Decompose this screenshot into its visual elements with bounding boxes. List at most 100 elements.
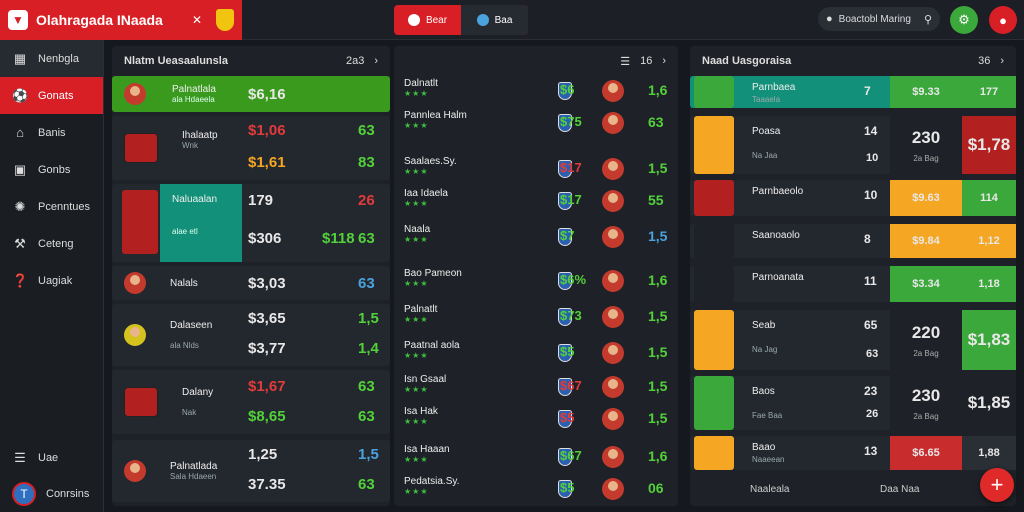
match-row[interactable]: Isa Haaan ★★★ $67 1,6	[394, 442, 678, 472]
close-icon[interactable]: ✕	[192, 13, 202, 27]
row-price: $6,16	[248, 85, 286, 103]
player-avatar	[124, 460, 146, 482]
chevron-right-icon: ›	[662, 55, 666, 67]
odds-secondary[interactable]: 177	[962, 76, 1016, 108]
odds-row[interactable]: Poasa Na Jaa 14 10 230 2a Bag $1,78	[690, 116, 1016, 174]
match-row[interactable]: Isa Hak ★★★ $5 1,5	[394, 404, 678, 434]
match-row[interactable]: Pannlea Halm ★★★ $75 63	[394, 108, 678, 138]
odds-primary[interactable]: 230 2a Bag	[890, 116, 962, 174]
match-score: 1,5	[648, 160, 668, 176]
brand-logo-icon: ▼	[8, 10, 28, 30]
team-badge-icon	[124, 133, 158, 163]
row-value: 63	[358, 476, 375, 493]
sidebar-item-4[interactable]: ✺ Pcenntues	[0, 188, 103, 225]
odds-primary[interactable]: 230 2a Bag	[890, 376, 962, 430]
help-icon: ❓	[12, 272, 29, 288]
panel-middle: ☰ 16 › Dalnatlt ★★★ $6 1,6 Pannlea Halm ★★★ $7…	[394, 46, 678, 506]
odds-row[interactable]: Saanoaolo 8 $9.84 1,12	[690, 224, 1016, 258]
odds-row[interactable]: Parnbaea Taaaela 7 $9.33 177	[690, 76, 1016, 108]
list-item[interactable]: Nalals $3,03 63	[112, 266, 390, 300]
odds-secondary[interactable]: 1,88	[962, 436, 1016, 470]
odds-secondary[interactable]: $1,85	[962, 376, 1016, 430]
match-row[interactable]: Pedatsia.Sy. ★★★ $5 06	[394, 474, 678, 504]
sidebar-item-0[interactable]: ▦ Nenbgla	[0, 40, 103, 77]
odds-row[interactable]: Baao Naaeean 13 $6.65 1,88	[690, 436, 1016, 470]
team-badge-icon	[694, 266, 734, 302]
list-item[interactable]: Ihalaatp Wnk $1,06 63 $1,61 83	[112, 116, 390, 180]
odds-row[interactable]: Seab Na Jag 65 63 220 2a Bag $1,83	[690, 310, 1016, 370]
settings-button[interactable]: ⚙	[950, 6, 978, 34]
odds-primary[interactable]: $9.33	[890, 76, 962, 108]
odds-secondary[interactable]: 1,18	[962, 266, 1016, 302]
odds-primary[interactable]: 220 2a Bag	[890, 310, 962, 370]
odds-secondary[interactable]: $1,78	[962, 116, 1016, 174]
list-item[interactable]: Naluaalan alae etl 179 26 $306 $118 63	[112, 184, 390, 262]
team-badge-icon	[694, 224, 734, 258]
panel-head-value: 16	[640, 55, 653, 67]
odds-primary-value: $9.63	[912, 192, 940, 204]
sidebar-footer-item-profile[interactable]: T Conrsins	[0, 476, 104, 512]
player-avatar	[602, 342, 624, 364]
row-price: $3,77	[248, 340, 286, 357]
sidebar-item-2[interactable]: ⌂ Banis	[0, 114, 103, 151]
match-value: $5	[560, 344, 575, 359]
tab-bear[interactable]: Bear	[394, 5, 461, 35]
row-sub: Wnk	[182, 141, 198, 150]
row-value: 26	[358, 192, 375, 209]
odds-name: Seab	[752, 320, 776, 331]
home-icon: ⌂	[16, 125, 24, 140]
odds-primary[interactable]: $6.65	[890, 436, 962, 470]
odds-primary[interactable]: $3.34	[890, 266, 962, 302]
rating-stars-icon: ★★★	[404, 235, 429, 244]
list-item[interactable]: Dalaseen ala Nlds $3,65 1,5 $3,77 1,4	[112, 304, 390, 366]
sidebar-footer-item-chat[interactable]: ☰ Uae	[0, 440, 104, 476]
sidebar-item-5[interactable]: ⚒ Ceteng	[0, 225, 103, 262]
odds-primary[interactable]: $9.84	[890, 224, 962, 258]
odds-row[interactable]: Parnbaeolo 10 $9.63 114	[690, 180, 1016, 216]
match-row[interactable]: Saalaes.Sy. ★★★ $17 1,5	[394, 154, 678, 184]
brand-header[interactable]: ▼ Olahragada INaada ✕	[0, 0, 242, 40]
list-item[interactable]: Palnatlada Sala Hdaeen 1,25 1,5 37.35 63	[112, 440, 390, 502]
add-button[interactable]: +	[980, 468, 1014, 502]
match-row[interactable]: Paatnal aola ★★★ $5 1,5	[394, 338, 678, 368]
sidebar-item-1[interactable]: ⚽ Gonats	[0, 77, 103, 114]
tab-baa[interactable]: Baa	[461, 5, 528, 35]
rating-stars-icon: ★★★	[404, 279, 429, 288]
odds-primary[interactable]: $9.63	[890, 180, 962, 216]
team-badge-icon	[694, 436, 734, 470]
odds-secondary[interactable]: $1,83	[962, 310, 1016, 370]
odds-secondary-value: 1,88	[978, 447, 1000, 459]
odds-row[interactable]: Baos Fae Baa 23 26 230 2a Bag $1,85	[690, 376, 1016, 430]
list-item[interactable]: Palnatlala ala Hdaeela $6,16	[112, 76, 390, 112]
rating-stars-icon: ★★★	[404, 487, 429, 496]
odds-count: 10	[864, 188, 878, 202]
panel-left-header: Nlatm Ueasaalunsla 2a3 ›	[112, 46, 390, 76]
match-row[interactable]: Dalnatlt ★★★ $6 1,6	[394, 76, 678, 106]
match-row[interactable]: Isn Gsaal ★★★ $67 1,5	[394, 372, 678, 402]
match-row[interactable]: Iaa Idaela ★★★ $17 55	[394, 186, 678, 216]
top-bar: ▼ Olahragada INaada ✕ Bear Baa ● Boactob…	[0, 0, 1024, 40]
team-badge-icon	[694, 310, 734, 370]
match-score: 1,6	[648, 82, 668, 98]
sidebar-item-6[interactable]: ❓ Uagiak	[0, 262, 103, 299]
list-item[interactable]: Dalany Nak $1,67 63 $8,65 63	[112, 370, 390, 434]
match-name: Naala	[404, 224, 431, 235]
sidebar-item-3[interactable]: ▣ Gonbs	[0, 151, 103, 188]
row-price: $3,65	[248, 310, 286, 327]
odds-primary-sub: 2a Bag	[913, 411, 939, 421]
odds-row[interactable]: Parnoanata 11 $3.34 1,18	[690, 266, 1016, 302]
odds-secondary-value: 1,18	[978, 278, 1000, 290]
match-row[interactable]: Naala ★★★ $7 1,5	[394, 222, 678, 252]
match-row[interactable]: Bao Pameon ★★★ $6% 1,6	[394, 266, 678, 296]
row-price: 1,25	[248, 446, 278, 463]
row-name: Dalaseen	[170, 320, 213, 331]
lock-icon: ●	[826, 13, 833, 25]
odds-count: 14	[864, 124, 878, 138]
search-input[interactable]: ● Boactobl Maring ⚲	[818, 7, 940, 31]
match-name: Bao Pameon	[404, 268, 462, 279]
notifications-button[interactable]: ●	[989, 6, 1017, 34]
gear-icon: ⚙	[958, 12, 970, 27]
odds-secondary[interactable]: 114	[962, 180, 1016, 216]
odds-secondary[interactable]: 1,12	[962, 224, 1016, 258]
match-row[interactable]: Palnatlt ★★★ $73 1,5	[394, 302, 678, 332]
